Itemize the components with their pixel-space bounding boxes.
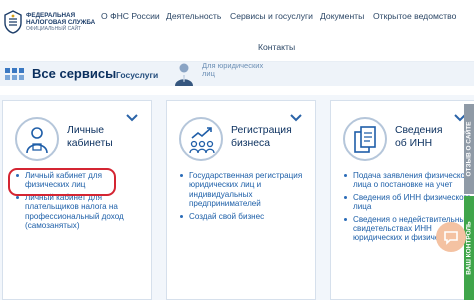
- highlight-outline: [8, 168, 116, 196]
- business-person-icon: [175, 63, 193, 86]
- card-title-line1: Регистрация: [231, 125, 292, 136]
- card-inn-info: Сведения об ИНН Подача заявления физичес…: [330, 100, 474, 300]
- side-tab-feedback[interactable]: ОТЗЫВ О САЙТЕ: [464, 104, 474, 194]
- card-title-line2: об ИНН: [395, 137, 433, 149]
- nav-item-activity[interactable]: Деятельность: [166, 11, 221, 21]
- fns-logo[interactable]: ФЕДЕРАЛЬНАЯ НАЛОГОВАЯ СЛУЖБА ОФИЦИАЛЬНЫЙ…: [0, 6, 100, 40]
- nav-item-open-agency[interactable]: Открытое ведомство: [373, 11, 456, 21]
- card-links: Государственная регистрация юридических …: [179, 171, 311, 224]
- card-icon-wrap: [343, 117, 387, 161]
- link-inn-individual[interactable]: Сведения об ИНН физического лица: [343, 193, 474, 212]
- logo-text: ФЕДЕРАЛЬНАЯ НАЛОГОВАЯ СЛУЖБА ОФИЦИАЛЬНЫЙ…: [26, 12, 95, 33]
- card-icon-wrap: [15, 117, 59, 161]
- chevron-down-icon[interactable]: [126, 113, 138, 123]
- chevron-down-icon[interactable]: [290, 113, 302, 123]
- card-title: Личные кабинеты: [67, 125, 113, 150]
- logo-line3: ОФИЦИАЛЬНЫЙ САЙТ: [26, 26, 82, 32]
- card-personal-accounts: Личные кабинеты Личный кабинет для физич…: [2, 100, 152, 300]
- card-title-line1: Личные: [67, 125, 105, 136]
- nav-item-documents[interactable]: Документы: [320, 11, 364, 21]
- side-tab-control-label: ВАШ КОНТРОЛЬ: [465, 221, 473, 275]
- logo-line2: НАЛОГОВАЯ СЛУЖБА: [26, 19, 96, 26]
- nav-item-contacts[interactable]: Контакты: [258, 42, 295, 52]
- nav-item-services[interactable]: Сервисы и госуслуги: [230, 11, 313, 21]
- logo-line1: ФЕДЕРАЛЬНАЯ: [26, 12, 76, 19]
- link-personal-account-self-employed[interactable]: Личный кабинет для плательщиков налога н…: [15, 193, 147, 231]
- services-grid-icon: [5, 68, 24, 80]
- card-title-line1: Сведения: [395, 125, 443, 136]
- card-title: Регистрация бизнеса: [231, 125, 292, 150]
- side-tab-feedback-text-wrap: ОТЗЫВ О САЙТЕ: [464, 104, 474, 194]
- person-id-icon: [26, 127, 48, 154]
- site-header: ФЕДЕРАЛЬНАЯ НАЛОГОВАЯ СЛУЖБА ОФИЦИАЛЬНЫЙ…: [0, 0, 474, 62]
- card-title-line2: бизнеса: [231, 137, 271, 149]
- business-growth-icon: [189, 127, 215, 154]
- card-title: Сведения об ИНН: [395, 125, 442, 150]
- card-icon-wrap: [179, 117, 223, 161]
- tab-gosuslugi[interactable]: Госуслуги: [116, 70, 158, 80]
- card-business-registration: Регистрация бизнеса Государственная реги…: [166, 100, 316, 300]
- fns-emblem-icon: [4, 10, 22, 34]
- chat-icon: [444, 231, 458, 245]
- nav-item-about[interactable]: О ФНС России: [101, 11, 160, 21]
- documents-icon: [354, 126, 376, 153]
- tab-legal-entities[interactable]: Для юридических лиц: [202, 62, 263, 78]
- card-title-line2: кабинеты: [67, 137, 113, 149]
- chat-button[interactable]: [436, 222, 466, 252]
- tab-legal-line2: лиц: [202, 69, 215, 78]
- services-title: Все сервисы: [32, 66, 117, 81]
- link-inn-application[interactable]: Подача заявления физического лица о пост…: [343, 171, 474, 190]
- link-create-business[interactable]: Создай свой бизнес: [179, 212, 311, 221]
- side-tab-feedback-label: ОТЗЫВ О САЙТЕ: [465, 121, 473, 177]
- link-state-registration[interactable]: Государственная регистрация юридических …: [179, 171, 311, 209]
